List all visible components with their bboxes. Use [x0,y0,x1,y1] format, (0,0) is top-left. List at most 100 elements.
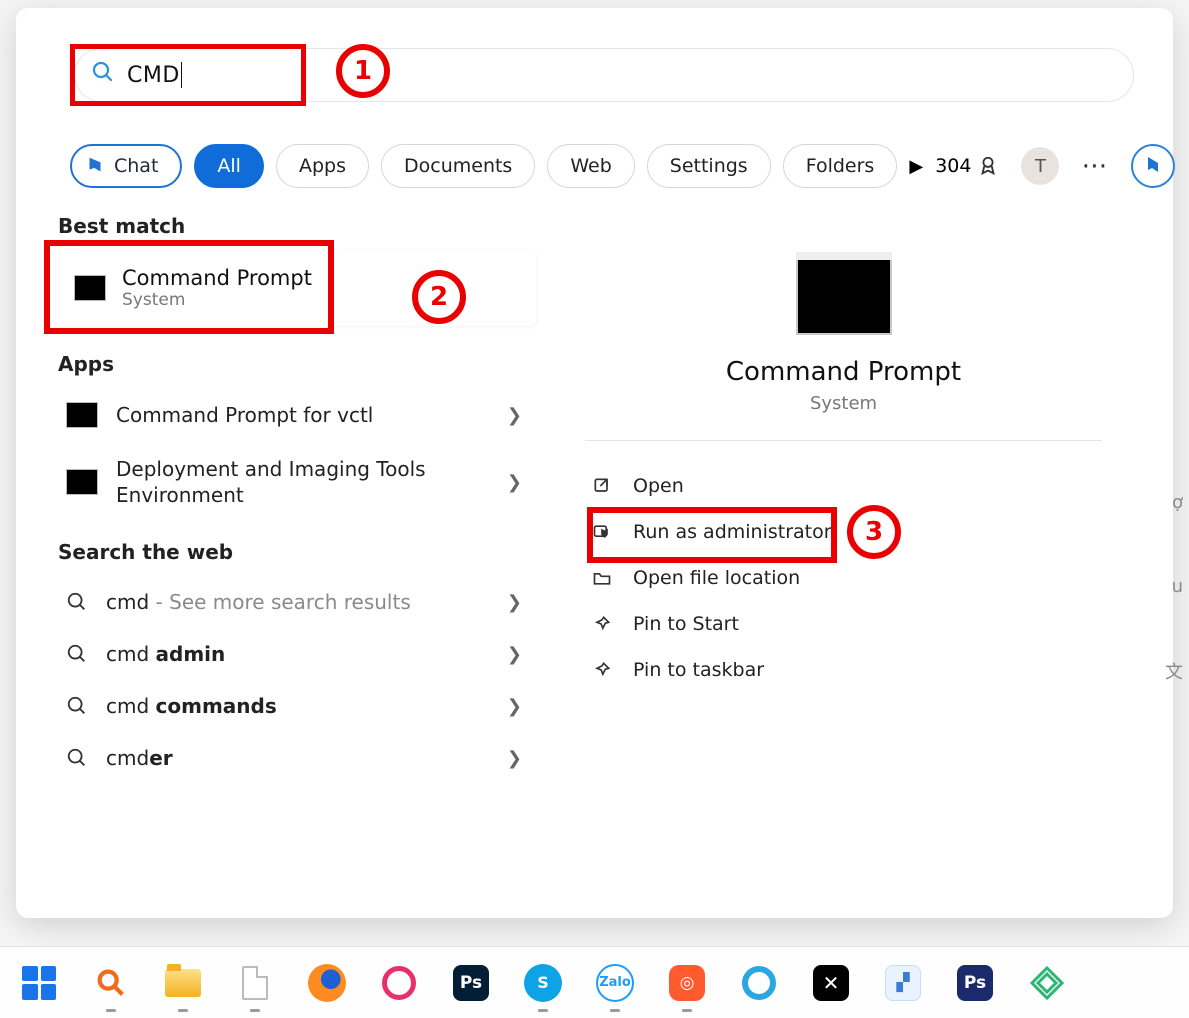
rewards-points[interactable]: 304 [935,155,999,177]
taskbar-camera-app[interactable]: ◎ [666,962,708,1004]
chevron-right-icon: ❯ [507,748,522,769]
filter-documents-label: Documents [404,155,512,177]
web-result-3-text: cmder [106,746,489,770]
annotation-step-2: 2 [412,270,466,324]
app-result-0[interactable]: Command Prompt for vctl ❯ [56,388,536,442]
taskbar-image-viewer[interactable]: ▞ [882,962,924,1004]
app-result-1[interactable]: Deployment and Imaging Tools Environment… [56,442,536,522]
taskbar-zalo[interactable]: Zalo [594,962,636,1004]
action-run-as-admin[interactable]: Run as administrator [585,509,1102,555]
document-icon [242,966,268,1000]
search-row: CMD 1 [56,48,1133,108]
details-title: Command Prompt [726,357,961,387]
background-text: ợ [1172,492,1183,513]
best-match-heading: Best match [56,214,536,238]
filter-web-chip[interactable]: Web [547,144,634,188]
app-result-0-label: Command Prompt for vctl [116,402,489,428]
step-2-number: 2 [430,282,448,312]
filter-documents-chip[interactable]: Documents [381,144,535,188]
chat-chip-label: Chat [114,155,158,177]
user-avatar[interactable]: T [1021,147,1059,185]
rewards-icon [977,155,999,177]
action-open[interactable]: Open [585,463,1102,509]
action-run-as-admin-label: Run as administrator [633,521,832,543]
search-icon [66,591,88,613]
taskbar-skype[interactable]: S [522,962,564,1004]
cmd-icon [66,402,98,428]
folder-icon [591,567,613,589]
search-query-text: CMD [127,63,180,88]
zalo-icon: Zalo [596,964,634,1002]
web-result-0-text: cmd - See more search results [106,590,489,614]
taskbar-capcut[interactable]: ✕ [810,962,852,1004]
start-button[interactable] [18,962,60,1004]
web-result-3[interactable]: cmder ❯ [56,732,536,784]
folder-icon [165,969,201,997]
action-pin-to-taskbar[interactable]: Pin to taskbar [585,647,1102,693]
search-icon [66,643,88,665]
search-icon [66,747,88,769]
chevron-right-icon: ❯ [507,644,522,665]
skype-icon: S [524,964,562,1002]
open-icon [591,475,613,497]
taskbar-green-app[interactable] [1026,962,1068,1004]
best-match-title: Command Prompt [122,266,312,290]
action-pin-to-start[interactable]: Pin to Start [585,601,1102,647]
chevron-right-icon: ❯ [507,405,522,426]
details-header: Command Prompt System [585,239,1102,441]
taskbar-photoshop[interactable]: Ps [450,962,492,1004]
filter-folders-chip[interactable]: Folders [783,144,898,188]
annotation-step-1: 1 [336,44,390,98]
background-text: u [1172,576,1183,597]
action-pin-to-taskbar-label: Pin to taskbar [633,659,764,681]
taskbar: Ps S Zalo ◎ ✕ ▞ Ps [0,946,1189,1018]
camera-icon: ◎ [669,965,705,1001]
filter-chips-row: Chat All Apps Documents Web Settings Fol… [56,144,1133,188]
details-panel: Command Prompt System Open Run as admini… [554,214,1133,888]
filter-all-label: All [217,155,241,177]
filter-settings-chip[interactable]: Settings [647,144,771,188]
search-input[interactable]: CMD [74,48,1134,102]
filter-all-chip[interactable]: All [194,144,264,188]
chat-chip[interactable]: Chat [70,144,182,188]
circle-icon [742,966,776,1000]
action-open-file-location[interactable]: Open file location [585,555,1102,601]
cmd-large-icon [796,257,892,335]
text-cursor [181,62,182,88]
image-icon: ▞ [885,965,921,1001]
taskbar-file-explorer[interactable] [162,962,204,1004]
bing-badge[interactable] [1131,144,1175,188]
search-icon [66,695,88,717]
taskbar-search-button[interactable] [90,962,132,1004]
taskbar-firefox[interactable] [306,962,348,1004]
bing-icon [1141,154,1165,178]
web-result-1[interactable]: cmd admin ❯ [56,628,536,680]
best-match-result[interactable]: Command Prompt System 2 [56,250,536,326]
pin-icon [591,613,613,635]
search-icon [91,60,115,90]
details-actions: Open Run as administrator Open file loca… [585,463,1102,693]
body-columns: Best match Command Prompt System 2 Apps … [56,214,1133,888]
shield-icon [591,521,613,543]
action-open-file-location-label: Open file location [633,567,800,589]
start-search-window: CMD 1 Chat All Apps Documents Web Settin… [16,8,1173,918]
more-options-icon[interactable]: ⋯ [1081,151,1109,181]
step-3-number: 3 [865,517,883,547]
action-open-label: Open [633,475,684,497]
apps-heading: Apps [56,352,536,376]
avatar-letter: T [1035,156,1046,177]
filter-apps-chip[interactable]: Apps [276,144,369,188]
diamond-icon [1029,965,1065,1001]
taskbar-text-document[interactable] [234,962,276,1004]
web-result-1-text: cmd admin [106,642,489,666]
taskbar-opera[interactable] [378,962,420,1004]
taskbar-app-blue[interactable] [738,962,780,1004]
pin-icon [591,659,613,681]
bing-chat-icon [84,155,106,177]
chevron-right-icon: ❯ [507,472,522,493]
more-filters-arrow-icon[interactable]: ▶ [909,156,923,177]
photoshop-icon: Ps [453,965,489,1001]
taskbar-photoshop-2[interactable]: Ps [954,962,996,1004]
web-result-2[interactable]: cmd commands ❯ [56,680,536,732]
web-result-0[interactable]: cmd - See more search results ❯ [56,576,536,628]
